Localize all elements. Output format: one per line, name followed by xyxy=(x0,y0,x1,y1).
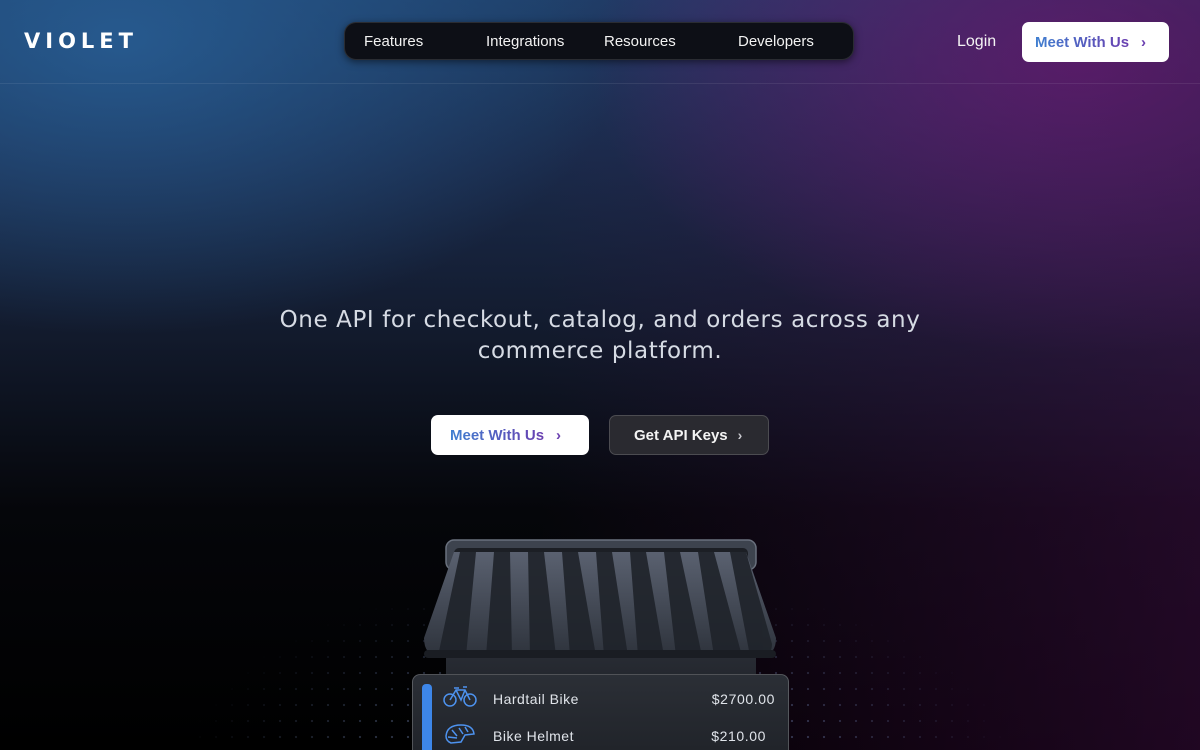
header-meet-button[interactable]: Meet With Us › xyxy=(1022,22,1169,62)
helmet-icon xyxy=(443,722,477,750)
list-item: Hardtail Bike $2700.00 xyxy=(413,685,788,715)
main-nav: Features Integrations Resources Develope… xyxy=(344,22,854,60)
hero-meet-button[interactable]: Meet With Us › xyxy=(431,415,589,455)
header-meet-label: Meet With Us xyxy=(1035,33,1130,51)
product-price: $210.00 xyxy=(711,728,766,744)
product-name: Bike Helmet xyxy=(493,728,574,744)
login-link[interactable]: Login xyxy=(957,33,996,51)
chevron-right-icon: › xyxy=(1141,33,1147,51)
chevron-right-icon: › xyxy=(556,426,562,444)
nav-item-integrations[interactable]: Integrations xyxy=(486,33,564,50)
chevron-right-icon: › xyxy=(737,427,743,443)
violet-logo[interactable]: VIOLET xyxy=(24,29,138,53)
product-name: Hardtail Bike xyxy=(493,691,579,707)
list-item: Bike Helmet $210.00 xyxy=(413,722,788,750)
nav-item-developers[interactable]: Developers xyxy=(738,33,814,50)
cart-card: Hardtail Bike $2700.00 Bike Helmet $210.… xyxy=(412,674,789,750)
get-api-keys-button[interactable]: Get API Keys › xyxy=(609,415,769,455)
product-price: $2700.00 xyxy=(711,691,775,707)
nav-item-resources[interactable]: Resources xyxy=(604,33,676,50)
hero-headline: One API for checkout, catalog, and order… xyxy=(279,307,921,364)
get-api-keys-label: Get API Keys xyxy=(634,426,728,444)
bicycle-icon xyxy=(443,685,477,714)
site-header: VIOLET Features Integrations Resources D… xyxy=(0,0,1200,84)
hero-meet-label: Meet With Us xyxy=(450,426,545,444)
nav-item-features[interactable]: Features xyxy=(364,33,423,50)
